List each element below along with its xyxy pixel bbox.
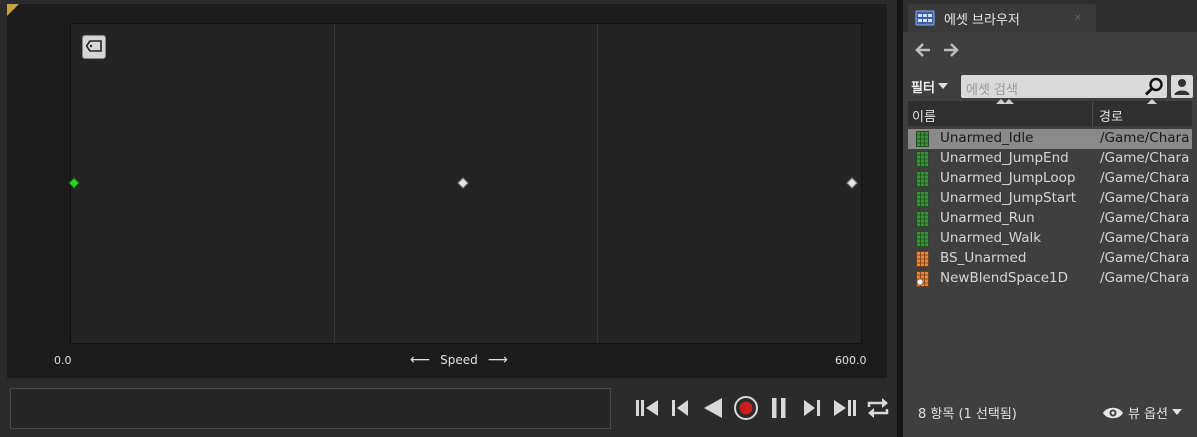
asset-name: Unarmed_JumpLoop xyxy=(940,170,1076,186)
play-reverse-icon xyxy=(704,398,722,418)
grid-line xyxy=(334,24,335,343)
animation-sequence-icon xyxy=(916,131,929,147)
column-path-header[interactable]: 경로 xyxy=(1099,106,1123,125)
view-options-label: 뷰 옵션 xyxy=(1128,407,1169,422)
chevron-down-icon xyxy=(1172,409,1183,415)
axis-min-label: 0.0 xyxy=(54,354,72,367)
chevron-down-icon xyxy=(937,83,948,89)
axis-right-arrow: ⟶ xyxy=(487,352,508,368)
loop-icon xyxy=(867,398,889,418)
pause-button[interactable] xyxy=(764,393,794,423)
sort-indicator-icon xyxy=(1147,99,1157,104)
close-tab-icon[interactable]: ✕ xyxy=(1074,13,1082,24)
animation-sequence-icon xyxy=(916,191,929,207)
skip-to-start-button[interactable] xyxy=(632,393,662,423)
asset-count-status: 8 항목 (1 선택됨) xyxy=(918,407,1017,422)
user-icon xyxy=(1174,79,1190,95)
asset-list: Unarmed_Idle/Game/Chara Unarmed_JumpEnd/G… xyxy=(908,129,1192,289)
asset-name: Unarmed_JumpStart xyxy=(940,190,1077,206)
asset-name: Unarmed_Idle xyxy=(940,130,1034,146)
step-back-icon xyxy=(672,400,688,416)
asset-row[interactable]: Unarmed_JumpLoop/Game/Chara xyxy=(908,169,1192,189)
tab-title: 에셋 브라우저 xyxy=(944,12,1020,28)
asset-row[interactable]: Unarmed_Run/Game/Chara xyxy=(908,209,1192,229)
asset-path: /Game/Chara xyxy=(1100,150,1190,166)
search-placeholder: 에셋 검색 xyxy=(966,83,1018,98)
blendspace-icon xyxy=(916,251,929,267)
skip-to-end-button[interactable] xyxy=(830,393,860,423)
record-icon xyxy=(734,396,758,420)
animation-sequence-icon xyxy=(916,171,929,187)
asset-browser-icon xyxy=(915,10,935,26)
asset-path: /Game/Chara xyxy=(1100,170,1190,186)
tag-icon xyxy=(86,40,102,52)
axis-name: ⟵ Speed ⟶ xyxy=(410,352,508,368)
grid-line xyxy=(597,24,598,343)
pause-icon xyxy=(772,398,786,418)
asset-path: /Game/Chara xyxy=(1100,270,1190,286)
asset-browser: 에셋 브라우저 ✕ 필터 에셋 검색 이름 경로 Unarmed_Idle /G… xyxy=(903,0,1197,437)
column-name-header[interactable]: 이름 xyxy=(912,106,936,125)
sample-point[interactable] xyxy=(846,176,858,189)
asset-path: /Game/Chara xyxy=(1100,210,1190,226)
loop-button[interactable] xyxy=(863,393,893,423)
step-forward-icon xyxy=(804,400,820,416)
asset-row[interactable]: Unarmed_Walk/Game/Chara xyxy=(908,229,1192,249)
asset-name: BS_Unarmed xyxy=(940,250,1027,266)
blendspace-editor: 0.0 ⟵ Speed ⟶ 600.0 xyxy=(0,0,898,437)
history-navigation xyxy=(914,42,960,58)
blendspace-graph-panel xyxy=(7,4,887,378)
toggle-labels-button[interactable] xyxy=(82,35,106,59)
play-reverse-button[interactable] xyxy=(698,393,728,423)
step-forward-button[interactable] xyxy=(797,393,827,423)
user-filter-button[interactable] xyxy=(1171,75,1193,98)
animation-sequence-icon xyxy=(916,151,929,167)
forward-arrow-icon[interactable] xyxy=(942,42,960,58)
skip-to-start-icon xyxy=(636,400,658,416)
sample-point[interactable] xyxy=(457,176,469,189)
eye-icon xyxy=(1103,407,1123,418)
asset-path: /Game/Chara xyxy=(1100,130,1190,146)
asset-path: /Game/Chara xyxy=(1100,250,1190,266)
sample-point[interactable] xyxy=(68,176,80,189)
asset-name: NewBlendSpace1D xyxy=(940,270,1069,286)
panel-corner-marker xyxy=(7,4,19,16)
step-back-button[interactable] xyxy=(665,393,695,423)
animation-sequence-icon xyxy=(916,231,929,247)
tab-asset-browser[interactable]: 에셋 브라우저 ✕ xyxy=(908,4,1096,32)
animation-sequence-icon xyxy=(916,211,929,227)
filter-row: 필터 에셋 검색 xyxy=(909,75,1195,99)
asset-name: Unarmed_JumpEnd xyxy=(940,150,1069,166)
view-options-button[interactable]: 뷰 옵션 xyxy=(1102,403,1183,422)
search-icon[interactable] xyxy=(1144,77,1164,96)
transport-controls xyxy=(632,393,893,423)
column-divider[interactable] xyxy=(1092,101,1093,126)
axis-max-label: 600.0 xyxy=(835,354,867,367)
sort-indicator-icon xyxy=(1004,99,1014,104)
asset-name: Unarmed_Run xyxy=(940,210,1035,226)
asset-path: /Game/Chara xyxy=(1100,230,1190,246)
skip-to-end-icon xyxy=(834,400,856,416)
asset-list-header: 이름 경로 xyxy=(908,99,1192,126)
asset-row[interactable]: Unarmed_JumpStart/Game/Chara xyxy=(908,189,1192,209)
blendspace-plot[interactable] xyxy=(68,23,862,344)
filter-dropdown[interactable]: 필터 xyxy=(911,77,948,96)
asset-row[interactable]: NewBlendSpace1D/Game/Chara xyxy=(908,269,1192,289)
blendspace-icon xyxy=(916,271,929,287)
axis-title: Speed xyxy=(440,353,478,367)
asset-row[interactable]: Unarmed_Idle/Game/Chara xyxy=(908,129,1192,149)
asset-row[interactable]: Unarmed_JumpEnd/Game/Chara xyxy=(908,149,1192,169)
timeline-scrubber[interactable] xyxy=(10,388,611,429)
filter-label: 필터 xyxy=(911,81,935,96)
record-button[interactable] xyxy=(731,393,761,423)
asset-path: /Game/Chara xyxy=(1100,190,1190,206)
asset-row[interactable]: BS_Unarmed/Game/Chara xyxy=(908,249,1192,269)
axis-left-arrow: ⟵ xyxy=(410,352,431,368)
back-arrow-icon[interactable] xyxy=(914,42,932,58)
asset-search-input[interactable]: 에셋 검색 xyxy=(961,75,1167,98)
asset-name: Unarmed_Walk xyxy=(940,230,1042,246)
